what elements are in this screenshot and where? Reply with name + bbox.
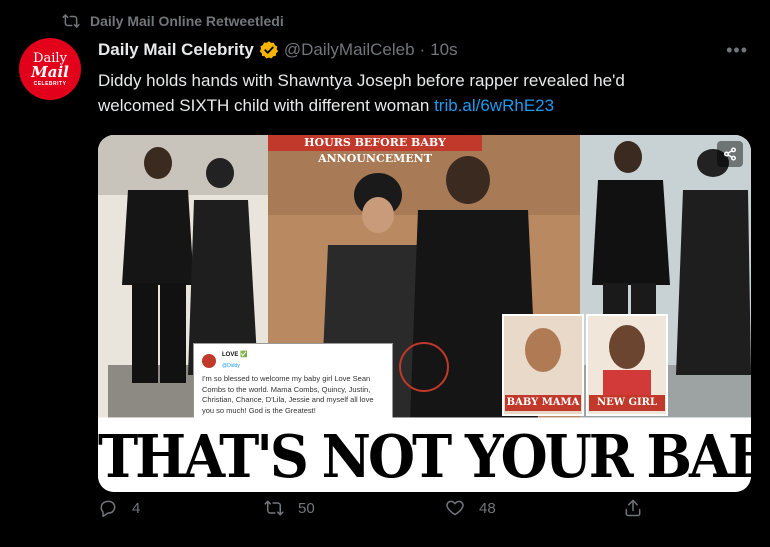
label-new-girl: NEW GIRL — [589, 395, 665, 411]
label-baby-mama: BABY MAMA — [505, 395, 581, 411]
embedded-post-text: I'm so blessed to welcome my baby girl L… — [202, 374, 374, 415]
tweet-header: Daily Mail Celebrity @DailyMailCeleb · 1… — [98, 40, 458, 60]
avatar-text-mail: Mail — [31, 62, 69, 81]
share-icon — [625, 499, 641, 517]
expand-icon[interactable] — [717, 141, 743, 167]
author-handle[interactable]: @DailyMailCeleb — [284, 40, 415, 60]
retweet-action-icon — [264, 500, 284, 516]
embedded-post-name: LOVE ✅ — [222, 352, 248, 358]
tweet-media[interactable]: HOURS BEFORE BABY ANNOUNCEMENT LOVE ✅ @D… — [98, 135, 751, 492]
embedded-post-avatar — [202, 353, 216, 368]
avatar-text-celebrity: CELEBRITY — [33, 80, 67, 87]
header-separator: · — [419, 40, 426, 59]
tweet-text: Diddy holds hands with Shawntya Joseph b… — [98, 68, 658, 118]
verified-badge-icon — [259, 41, 278, 59]
retweet-count: 50 — [298, 499, 315, 517]
avatar[interactable]: Daily Mail CELEBRITY — [19, 38, 81, 100]
reply-icon — [100, 500, 116, 518]
retweet-context[interactable]: Daily Mail Online Retweetledi — [62, 12, 284, 30]
like-count: 48 — [479, 499, 496, 517]
tweet-timestamp[interactable]: 10s — [430, 40, 457, 60]
like-button[interactable]: 48 — [445, 498, 496, 518]
retweet-icon — [62, 14, 80, 28]
embedded-post-card: LOVE ✅ @Diddy I'm so blessed to welcome … — [193, 343, 393, 419]
reply-button[interactable]: 4 — [98, 498, 140, 518]
media-banner: HOURS BEFORE BABY ANNOUNCEMENT — [268, 135, 482, 165]
heart-icon — [446, 500, 464, 516]
author-name[interactable]: Daily Mail Celebrity — [98, 40, 254, 60]
more-options-icon[interactable]: ••• — [726, 40, 748, 61]
embedded-post-handle: @Diddy — [222, 362, 240, 369]
retweet-button[interactable]: 50 — [264, 498, 315, 518]
media-headline: THAT'S NOT YOUR BABY MAMA! — [98, 417, 751, 492]
tweet-link[interactable]: trib.al/6wRhE23 — [434, 96, 554, 115]
reply-count: 4 — [132, 499, 141, 517]
share-button[interactable] — [623, 498, 643, 518]
embedded-post-header: LOVE ✅ @Diddy — [202, 350, 384, 371]
retweet-label: Daily Mail Online Retweetledi — [90, 13, 284, 29]
